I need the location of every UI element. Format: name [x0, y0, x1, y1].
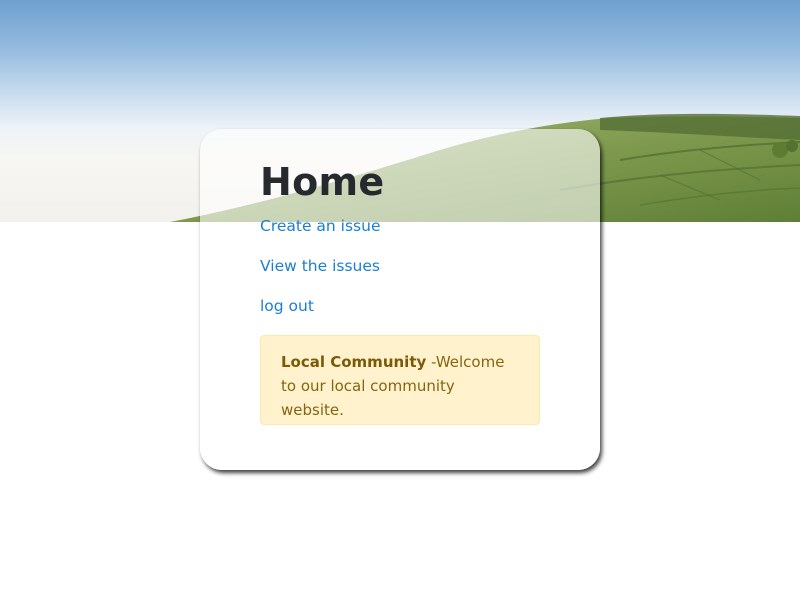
welcome-alert: Local Community -Welcome to our local co… [260, 335, 540, 425]
home-card: Home Create an issue View the issues log… [200, 129, 600, 470]
create-issue-link[interactable]: Create an issue [260, 217, 381, 235]
alert-heading: Local Community [281, 353, 427, 371]
view-issues-link[interactable]: View the issues [260, 257, 380, 275]
logout-link[interactable]: log out [260, 297, 314, 315]
page-title: Home [260, 160, 385, 204]
